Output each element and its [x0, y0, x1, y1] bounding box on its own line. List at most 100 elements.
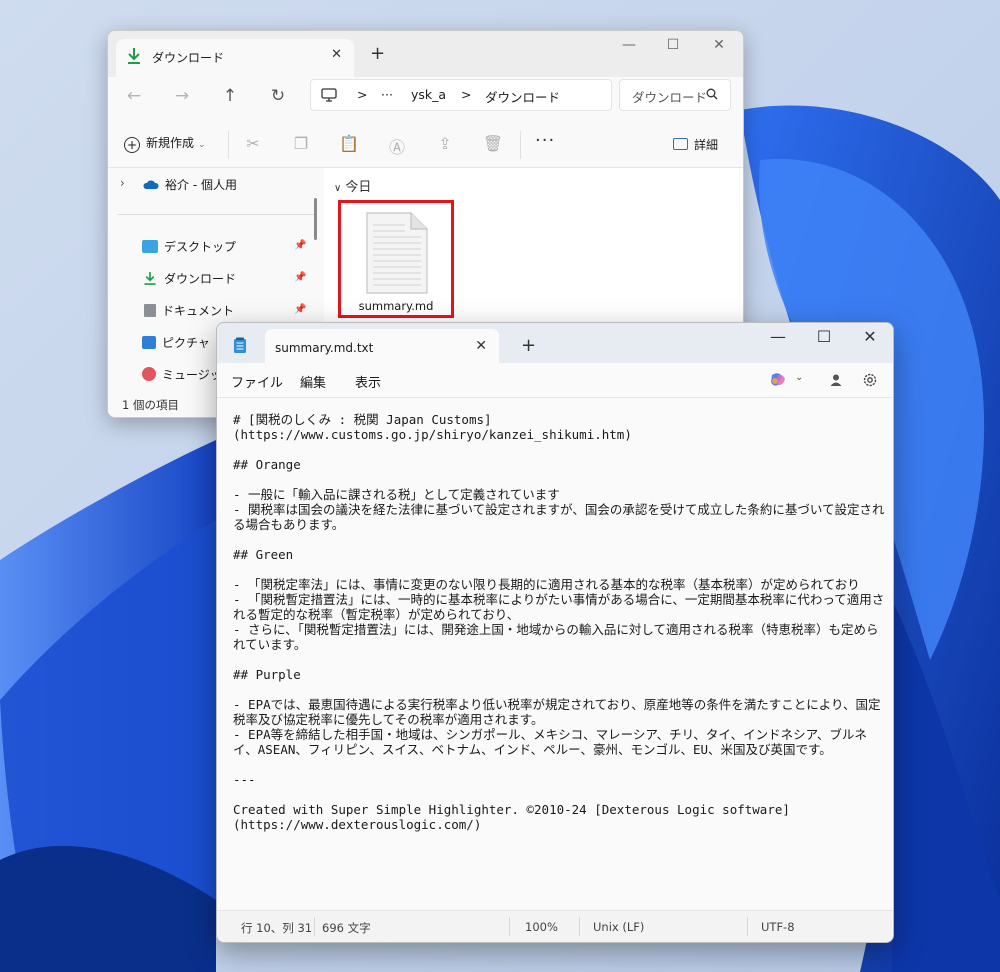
- encoding[interactable]: UTF-8: [761, 920, 795, 934]
- cloud-icon: [143, 180, 159, 189]
- menu-view[interactable]: 表示: [355, 372, 381, 391]
- chevron-down-icon: ⌄: [198, 140, 206, 150]
- new-tab-button[interactable]: +: [370, 43, 385, 64]
- editor-content[interactable]: # [関税のしくみ : 税関 Japan Customs] (https://w…: [233, 412, 891, 832]
- cut-icon[interactable]: ✂: [242, 134, 264, 153]
- back-button[interactable]: ←: [120, 86, 148, 106]
- sidebar-item-downloads[interactable]: ダウンロード: [142, 270, 236, 287]
- share-icon[interactable]: ⇪: [434, 134, 456, 153]
- sidebar-item-label: ドキュメント: [162, 304, 235, 318]
- close-tab-icon[interactable]: ✕: [331, 47, 342, 62]
- forward-button[interactable]: →: [168, 86, 196, 106]
- item-count-status: 1 個の項目: [122, 398, 179, 412]
- menu-file[interactable]: ファイル: [231, 372, 283, 391]
- copilot-icon[interactable]: [769, 372, 787, 388]
- plus-icon: +: [124, 137, 140, 153]
- group-header-today[interactable]: ∨ 今日: [334, 176, 371, 195]
- rename-icon[interactable]: Ⓐ: [386, 134, 408, 158]
- sidebar-item-label: デスクトップ: [164, 240, 237, 254]
- chevron-down-icon: ∨: [334, 183, 342, 194]
- details-label: 詳細: [694, 138, 719, 152]
- maximize-button[interactable]: ☐: [809, 327, 839, 346]
- maximize-button[interactable]: ☐: [658, 37, 688, 53]
- text-editor[interactable]: # [関税のしくみ : 税関 Japan Customs] (https://w…: [217, 397, 893, 910]
- paste-icon[interactable]: 📋: [338, 134, 360, 153]
- desktop-icon: [142, 240, 158, 253]
- notepad-tab[interactable]: summary.md.txt ✕: [265, 329, 499, 363]
- document-icon: [144, 304, 156, 317]
- breadcrumb-folder[interactable]: ダウンロード: [485, 87, 560, 106]
- file-item-summary-md[interactable]: summary.md: [338, 200, 454, 318]
- sidebar-item-label: ピクチャ: [162, 336, 210, 350]
- zoom-level[interactable]: 100%: [525, 920, 558, 934]
- settings-gear-icon[interactable]: [862, 372, 878, 388]
- search-icon: [706, 88, 718, 100]
- line-ending[interactable]: Unix (LF): [593, 920, 644, 934]
- pin-icon: 📌: [294, 240, 307, 251]
- cursor-position: 行 10、列 31: [241, 921, 313, 935]
- expand-chevron-icon[interactable]: ›: [120, 176, 125, 190]
- picture-icon: [142, 336, 156, 349]
- explorer-tab-title: ダウンロード: [152, 51, 225, 65]
- status-divider: [314, 917, 315, 936]
- new-button-label: 新規作成: [146, 136, 195, 150]
- delete-icon[interactable]: 🗑: [482, 134, 504, 153]
- explorer-tab[interactable]: ダウンロード ✕: [116, 39, 354, 77]
- close-window-button[interactable]: ✕: [704, 37, 734, 53]
- minimize-button[interactable]: —: [763, 327, 793, 346]
- document-file-icon: [366, 212, 428, 294]
- computer-icon: [321, 88, 337, 102]
- account-icon[interactable]: [829, 373, 843, 387]
- breadcrumb-user[interactable]: ysk_a: [411, 87, 446, 102]
- new-tab-button[interactable]: +: [521, 335, 536, 356]
- sidebar-item-onedrive[interactable]: 裕介 - 個人用: [142, 176, 237, 193]
- toolbar-divider: [228, 131, 229, 159]
- notepad-titlebar: summary.md.txt ✕ + — ☐ ✕: [217, 323, 893, 363]
- notepad-app-icon: [234, 337, 246, 353]
- pin-icon: 📌: [294, 272, 307, 283]
- music-icon: [142, 367, 156, 381]
- explorer-titlebar: ダウンロード ✕ + — ☐ ✕: [108, 31, 743, 77]
- menu-edit[interactable]: 編集: [300, 372, 326, 391]
- character-count: 696 文字: [322, 921, 371, 935]
- sidebar-divider: [118, 214, 316, 215]
- sidebar-item-documents[interactable]: ドキュメント: [142, 302, 234, 319]
- details-button[interactable]: 詳細: [673, 136, 718, 153]
- status-divider: [747, 917, 748, 936]
- sidebar-scrollbar[interactable]: [314, 198, 317, 240]
- file-name: summary.md: [358, 299, 434, 313]
- more-options-button[interactable]: ···: [535, 130, 555, 151]
- download-icon: [144, 272, 156, 285]
- refresh-button[interactable]: ↻: [264, 86, 292, 106]
- group-header-label: 今日: [345, 180, 372, 195]
- close-window-button[interactable]: ✕: [855, 327, 885, 346]
- breadcrumb-separator: >: [357, 87, 368, 102]
- download-icon: [128, 48, 140, 64]
- new-button[interactable]: + 新規作成 ⌄: [124, 134, 206, 153]
- sidebar-item-pictures[interactable]: ピクチャ: [142, 334, 210, 351]
- search-box[interactable]: ダウンロード: [619, 79, 731, 111]
- pin-icon: 📌: [294, 304, 307, 315]
- explorer-command-bar: + 新規作成 ⌄ ✂ ❐ 📋 Ⓐ ⇪ 🗑 ··· 詳細: [108, 125, 743, 168]
- notepad-window: summary.md.txt ✕ + — ☐ ✕ ファイル 編集 表示 ⌄ # …: [216, 322, 894, 943]
- notepad-statusbar: 行 10、列 31 696 文字 100% Unix (LF) UTF-8: [217, 910, 893, 942]
- breadcrumb-separator: >: [461, 87, 472, 102]
- notepad-tab-title: summary.md.txt: [275, 341, 374, 355]
- details-pane-icon: [673, 138, 688, 150]
- sidebar-item-desktop[interactable]: デスクトップ: [142, 238, 236, 255]
- search-placeholder: ダウンロード: [632, 90, 708, 105]
- copy-icon[interactable]: ❐: [290, 134, 312, 153]
- chevron-down-icon[interactable]: ⌄: [795, 372, 803, 383]
- explorer-navbar: ← → ↑ ↻ > ··· ysk_a > ダウンロード ダウンロード: [108, 77, 743, 125]
- close-tab-icon[interactable]: ✕: [475, 338, 487, 354]
- up-button[interactable]: ↑: [216, 86, 244, 106]
- sidebar-item-label: 裕介 - 個人用: [165, 178, 237, 192]
- status-divider: [509, 917, 510, 936]
- minimize-button[interactable]: —: [614, 37, 644, 53]
- status-divider: [579, 917, 580, 936]
- toolbar-divider: [520, 131, 521, 159]
- sidebar-item-label: ダウンロード: [164, 272, 237, 286]
- notepad-menubar: ファイル 編集 表示 ⌄: [217, 363, 893, 397]
- address-bar[interactable]: > ··· ysk_a > ダウンロード: [310, 79, 612, 111]
- breadcrumb-ellipsis[interactable]: ···: [381, 87, 393, 102]
